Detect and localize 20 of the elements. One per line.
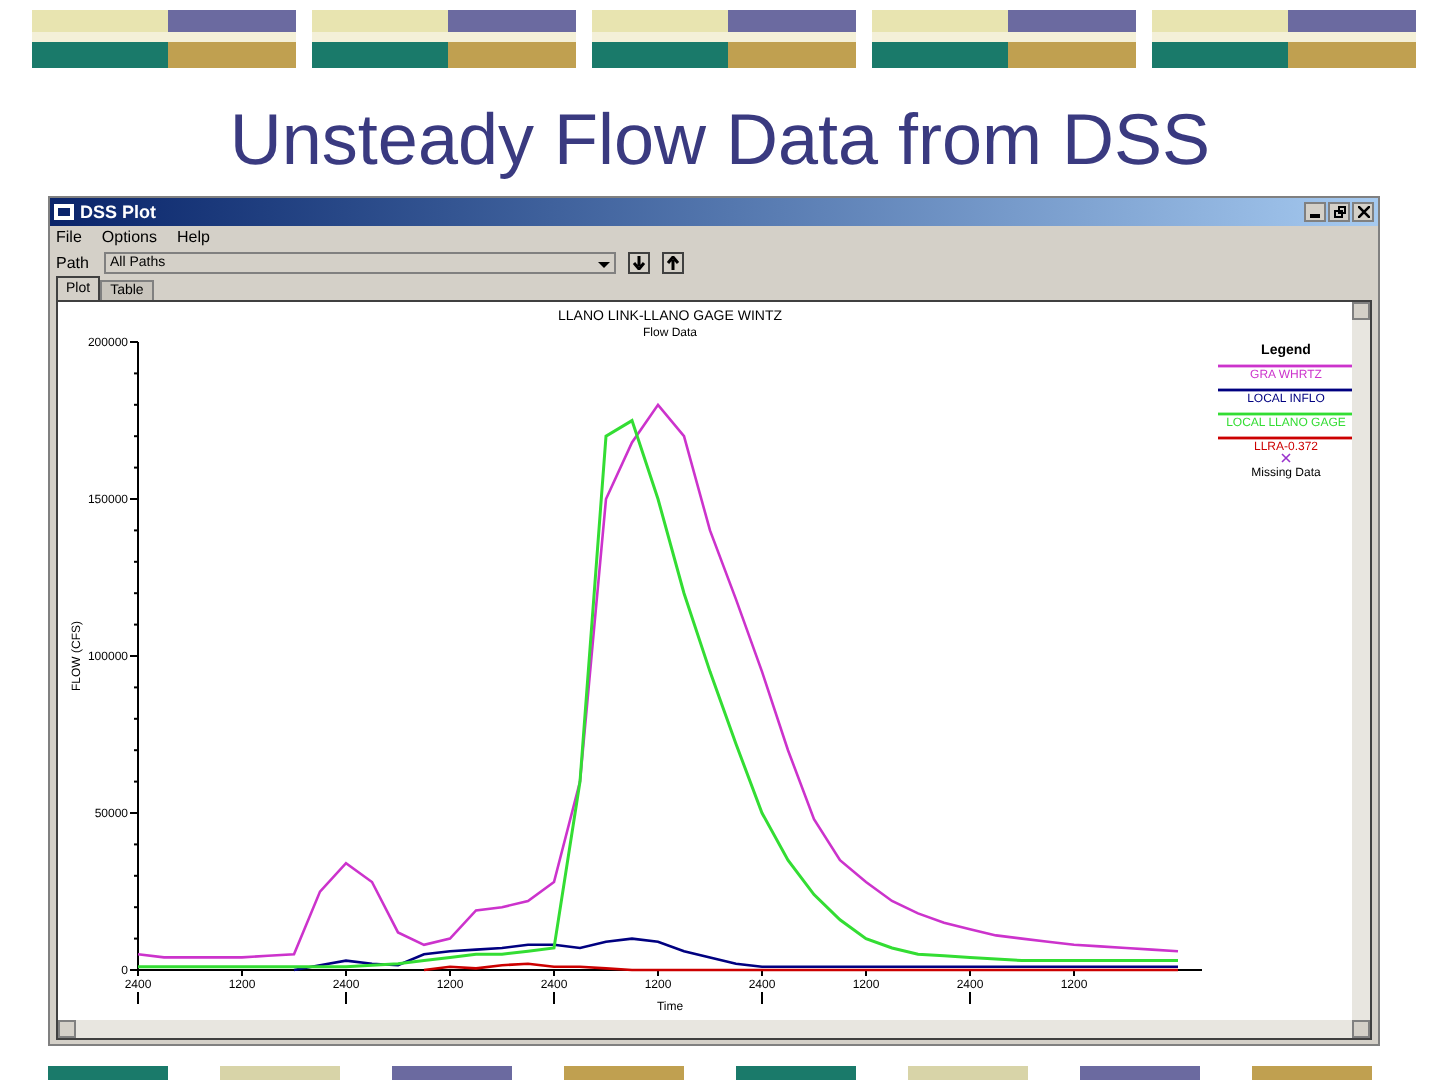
- menu-item[interactable]: Help: [176, 230, 210, 246]
- missing-marker-icon: [1281, 453, 1291, 463]
- maximize-button[interactable]: [1328, 202, 1350, 222]
- close-icon: [1357, 206, 1369, 218]
- slide-title: Unsteady Flow Data from DSS: [227, 96, 1213, 184]
- menu-item[interactable]: File: [56, 230, 82, 246]
- minimize-icon: [1310, 214, 1320, 218]
- path-label: Path: [56, 255, 91, 271]
- horizontal-scrollbar[interactable]: [58, 1020, 1370, 1038]
- move-down-button[interactable]: [628, 252, 650, 274]
- vertical-scrollbar[interactable]: [1352, 302, 1370, 1020]
- window-title: DSS Plot: [80, 203, 157, 221]
- menu-item[interactable]: Options: [101, 230, 157, 246]
- restore-icon: [1333, 206, 1345, 218]
- arrow-down-icon: [632, 256, 646, 270]
- app-icon: [54, 204, 74, 220]
- move-up-button[interactable]: [662, 252, 684, 274]
- arrow-up-icon: [666, 256, 680, 270]
- minimize-button[interactable]: [1304, 202, 1326, 222]
- close-button[interactable]: [1352, 202, 1374, 222]
